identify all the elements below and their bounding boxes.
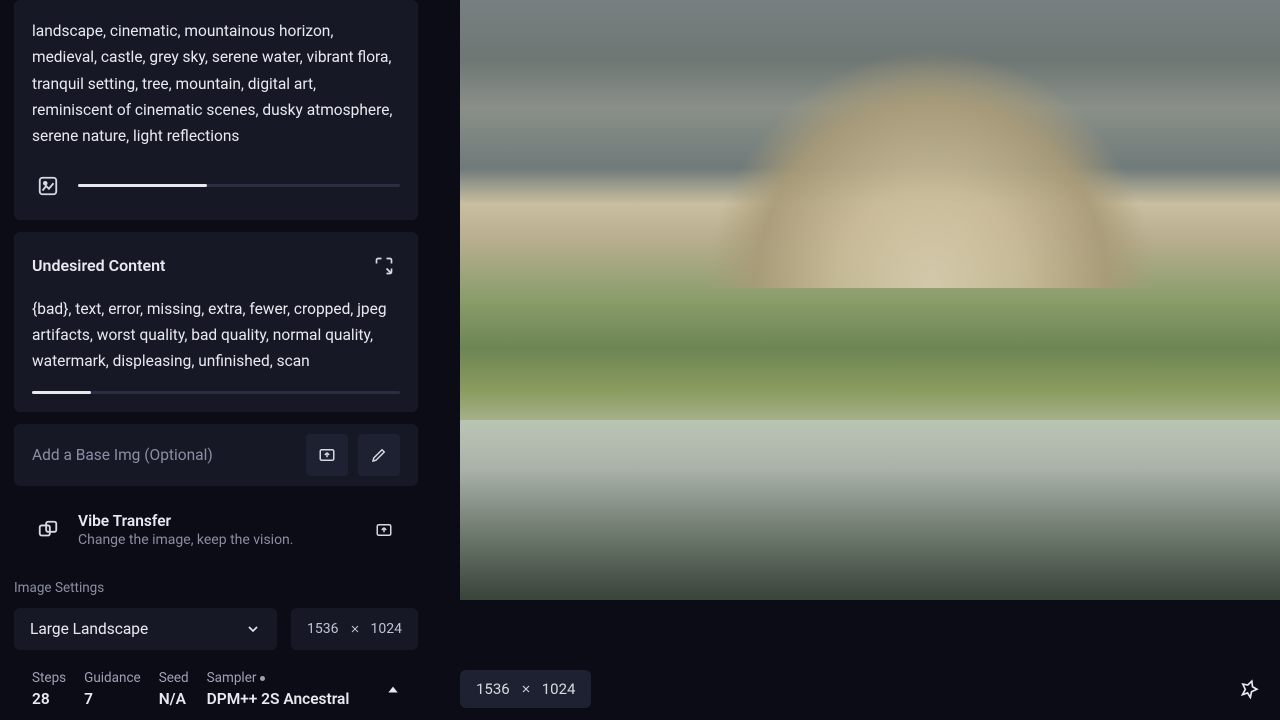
undesired-card: Undesired Content {bad}, text, error, mi… xyxy=(14,232,418,412)
prompt-weight-slider[interactable] xyxy=(78,184,400,187)
dimension-display: 1536 1024 xyxy=(291,608,418,650)
chevron-down-icon xyxy=(245,621,261,637)
vibe-transfer-title: Vibe Transfer xyxy=(78,512,354,530)
sampler-value: DPM++ 2S Ancestral xyxy=(207,690,350,708)
guidance-label: Guidance xyxy=(84,670,141,686)
undesired-title: Undesired Content xyxy=(32,256,165,275)
dimension-width: 1536 xyxy=(307,621,338,637)
output-dimension-pill: 1536 1024 xyxy=(460,670,591,708)
seed-value: N/A xyxy=(159,690,189,708)
draw-base-image-button[interactable] xyxy=(358,434,400,476)
params-expand-icon[interactable] xyxy=(386,682,400,696)
steps-label: Steps xyxy=(32,670,66,686)
prompt-text[interactable]: landscape, cinematic, mountainous horizo… xyxy=(32,18,400,150)
pin-button[interactable] xyxy=(1230,670,1268,708)
image-size-selected: Large Landscape xyxy=(30,620,148,638)
params-row[interactable]: Steps 28 Guidance 7 Seed N/A Sampler DPM… xyxy=(14,662,418,708)
generated-image-preview[interactable] xyxy=(460,0,1280,600)
upload-base-image-button[interactable] xyxy=(306,434,348,476)
sampler-label: Sampler xyxy=(207,670,350,686)
base-image-label: Add a Base Img (Optional) xyxy=(32,446,296,464)
output-width: 1536 xyxy=(476,680,510,698)
vibe-transfer-upload-button[interactable] xyxy=(368,514,400,546)
seed-label: Seed xyxy=(159,670,189,686)
undesired-weight-slider[interactable] xyxy=(32,391,400,394)
steps-value: 28 xyxy=(32,690,66,708)
undesired-expand-icon[interactable] xyxy=(368,250,400,282)
times-icon xyxy=(520,683,532,695)
times-icon xyxy=(349,623,361,635)
vibe-transfer-row: Vibe Transfer Change the image, keep the… xyxy=(14,498,418,562)
vibe-transfer-subtitle: Change the image, keep the vision. xyxy=(78,532,354,548)
prompt-card: landscape, cinematic, mountainous horizo… xyxy=(14,0,418,220)
guidance-value: 7 xyxy=(84,690,141,708)
output-height: 1024 xyxy=(542,680,576,698)
base-image-row: Add a Base Img (Optional) xyxy=(14,424,418,486)
undesired-text[interactable]: {bad}, text, error, missing, extra, fewe… xyxy=(32,296,400,375)
image-settings-label: Image Settings xyxy=(14,580,418,596)
prompt-emphasis-icon[interactable] xyxy=(32,170,64,202)
vibe-transfer-icon xyxy=(32,514,64,546)
dimension-height: 1024 xyxy=(371,621,402,637)
image-size-select[interactable]: Large Landscape xyxy=(14,608,277,650)
